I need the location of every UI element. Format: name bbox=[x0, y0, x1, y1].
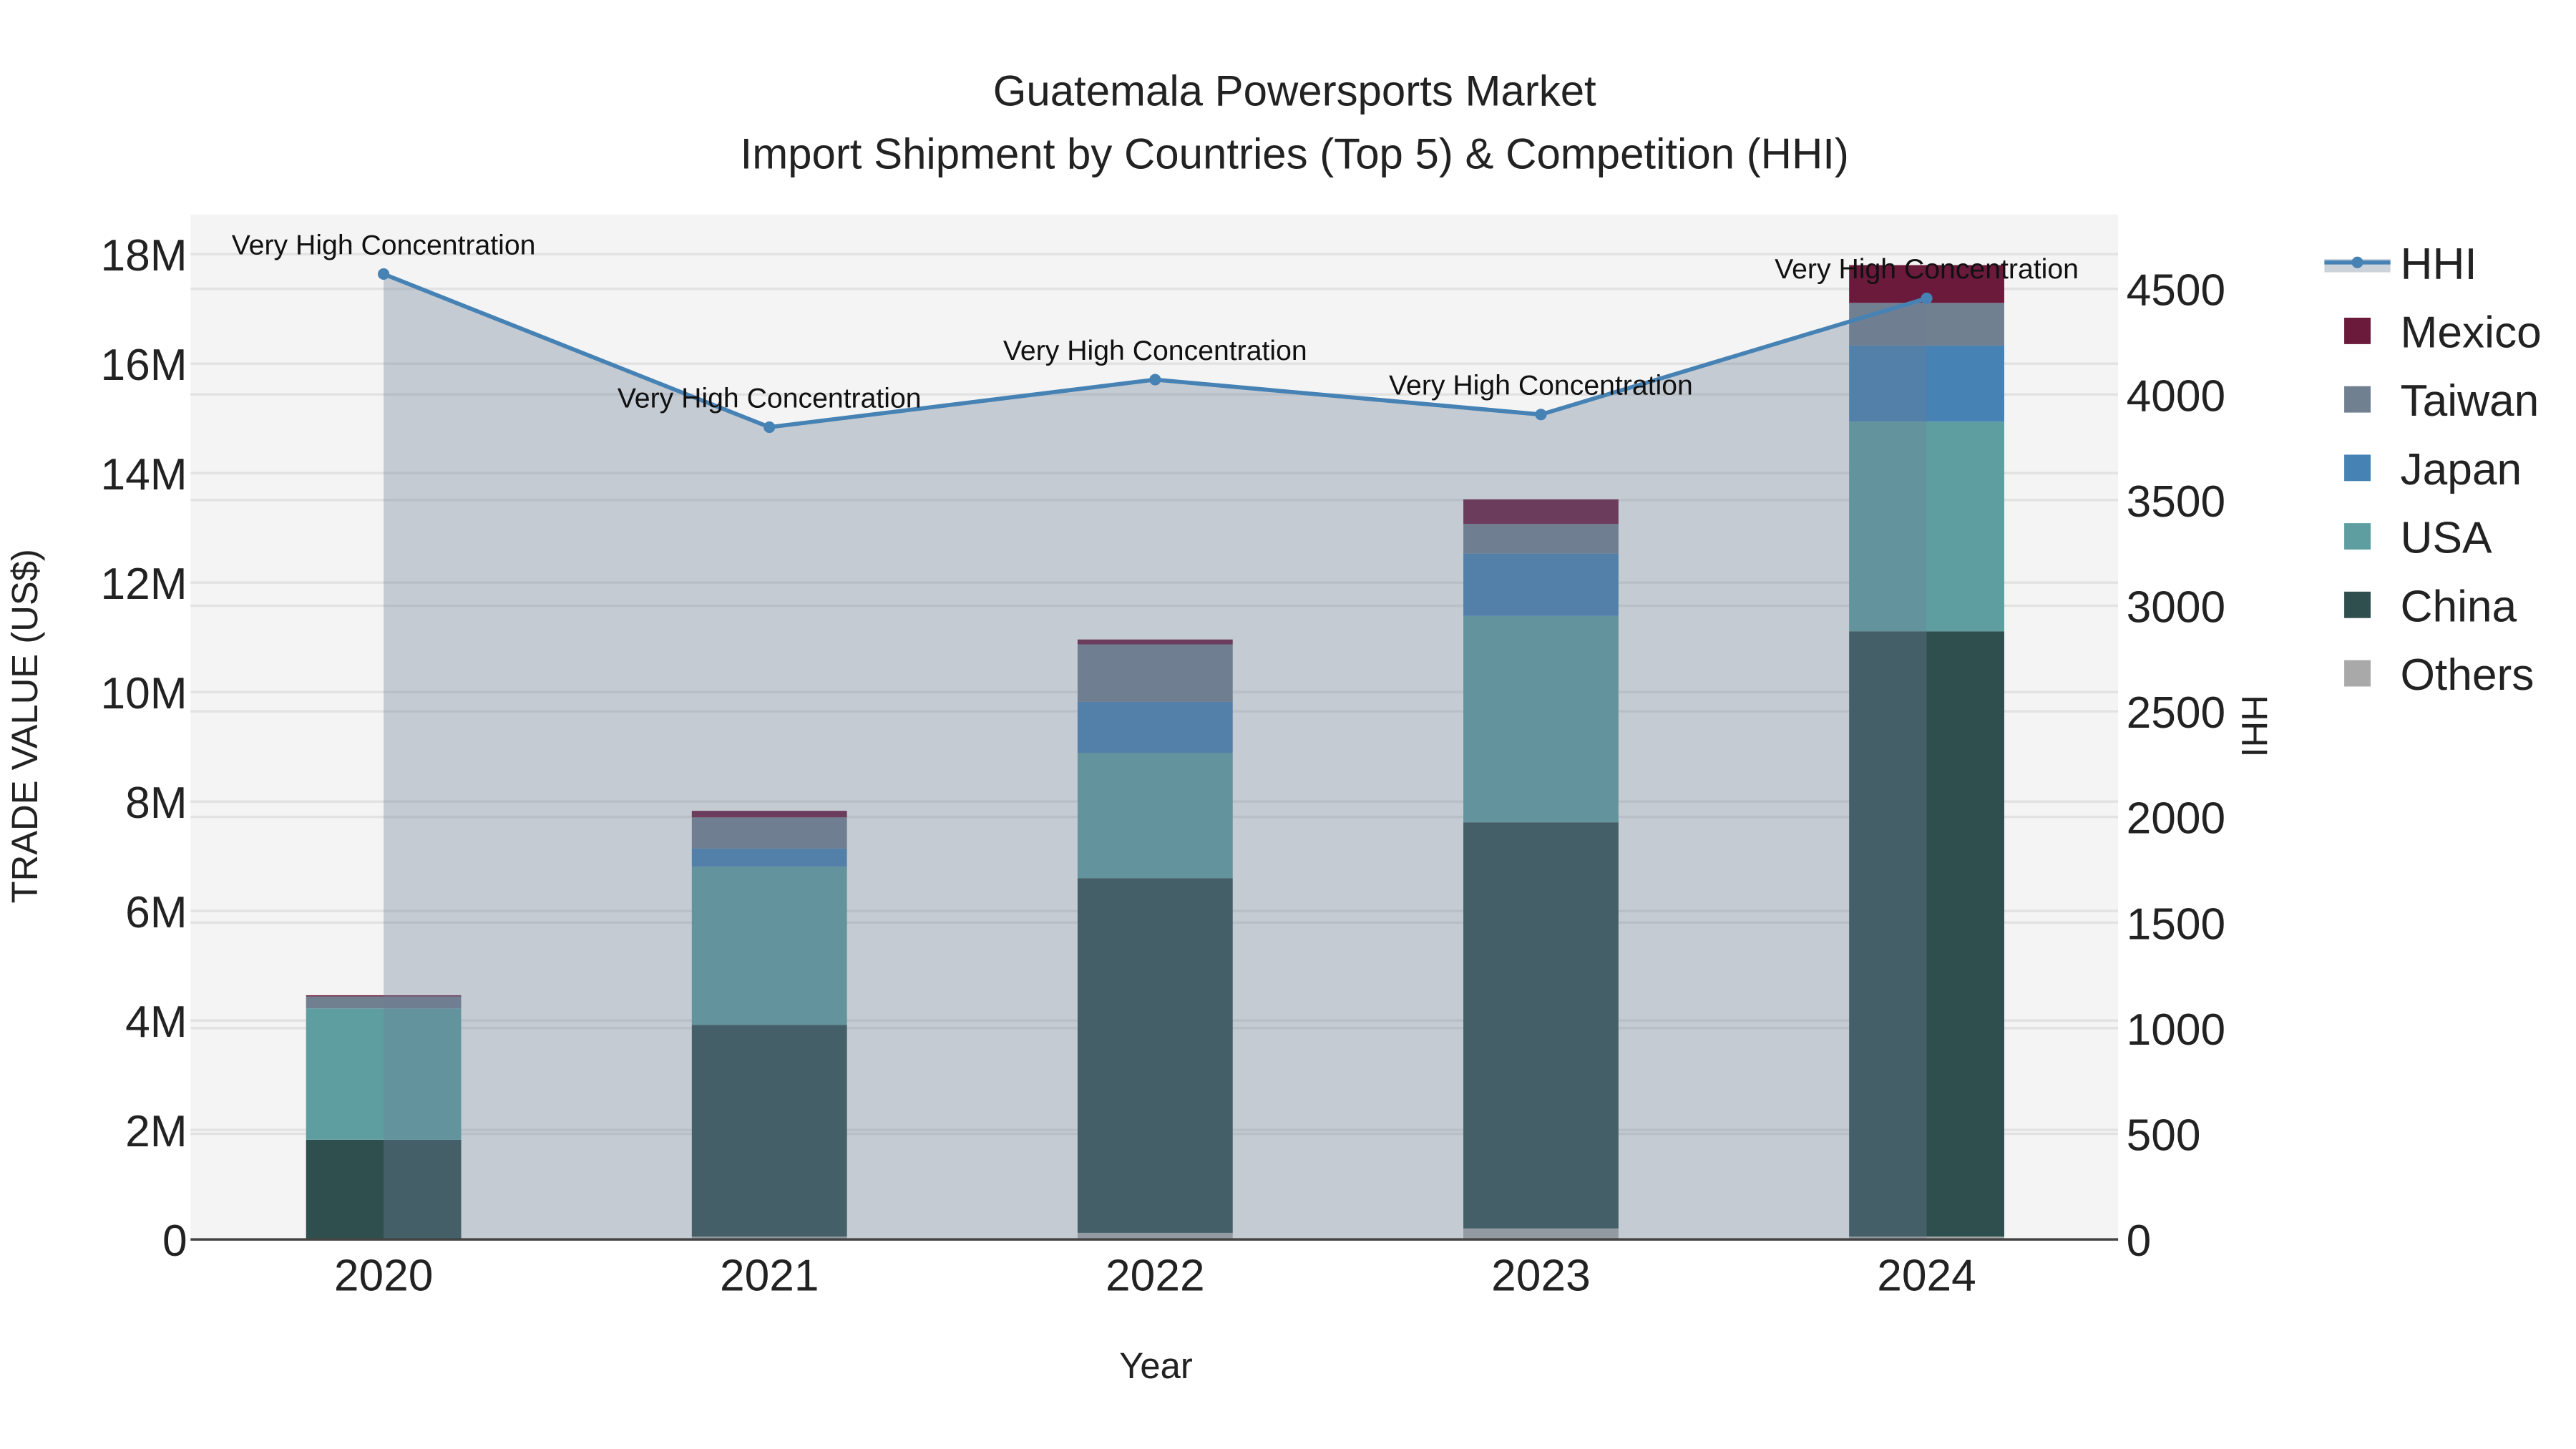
y-tick-label: 10M bbox=[101, 669, 187, 718]
legend-marker-icon bbox=[2351, 256, 2363, 268]
legend-swatch-icon bbox=[2344, 317, 2371, 344]
legend-swatch-icon bbox=[2344, 591, 2371, 618]
y-tick-label: 14M bbox=[101, 450, 187, 499]
legend-item-china: China bbox=[2344, 582, 2517, 631]
legend-label: Others bbox=[2400, 650, 2534, 700]
legend-swatch-icon bbox=[2344, 660, 2371, 687]
legend-item-usa: USA bbox=[2344, 514, 2492, 563]
y-tick-label: 0 bbox=[162, 1216, 187, 1266]
y2-tick-label: 2500 bbox=[2127, 688, 2226, 738]
legend-label: USA bbox=[2400, 514, 2492, 563]
y2-tick-label: 3000 bbox=[2127, 583, 2226, 633]
x-tick-2021: 2021 bbox=[720, 1252, 819, 1301]
y2-tick-label: 4500 bbox=[2127, 266, 2226, 316]
y2-tick-label: 1000 bbox=[2127, 1005, 2226, 1055]
y-tick-label: 6M bbox=[125, 888, 187, 937]
legend: HHI Mexico Taiwan Japan USA China Others bbox=[2324, 240, 2542, 700]
hhi-point-2024 bbox=[1921, 292, 1933, 304]
x-tick-2020: 2020 bbox=[334, 1252, 434, 1301]
y-tick-label: 16M bbox=[101, 341, 187, 390]
annotation-2021: Very High Concentration bbox=[618, 383, 922, 414]
annotation-2024: Very High Concentration bbox=[1775, 254, 2079, 285]
x-tick-2023: 2023 bbox=[1491, 1252, 1591, 1301]
legend-item-mexico: Mexico bbox=[2344, 308, 2542, 357]
legend-swatch-icon bbox=[2344, 454, 2371, 482]
y-tick-label: 4M bbox=[125, 997, 187, 1047]
hhi-area bbox=[384, 273, 1927, 1240]
y-tick-label: 18M bbox=[101, 231, 187, 280]
y2-tick-label: 0 bbox=[2127, 1216, 2152, 1266]
y2-tick-label: 4000 bbox=[2127, 371, 2226, 421]
legend-label: Mexico bbox=[2400, 308, 2541, 357]
hhi-point-2023 bbox=[1535, 409, 1547, 421]
y-tick-label: 12M bbox=[101, 560, 187, 609]
annotation-2023: Very High Concentration bbox=[1389, 371, 1693, 401]
legend-swatch-icon bbox=[2344, 523, 2371, 550]
legend-label: HHI bbox=[2400, 240, 2477, 289]
y2-tick-label: 2000 bbox=[2127, 794, 2226, 844]
y2-tick-label: 3500 bbox=[2127, 477, 2226, 527]
annotation-2022: Very High Concentration bbox=[1003, 336, 1307, 366]
legend-item-others: Others bbox=[2344, 650, 2534, 700]
x-tick-2024: 2024 bbox=[1877, 1252, 1976, 1301]
y2-axis-label: HHI bbox=[2234, 695, 2275, 757]
hhi-point-2021 bbox=[763, 421, 776, 434]
annotation-2020: Very High Concentration bbox=[232, 230, 536, 260]
y-axis-label: TRADE VALUE (US$) bbox=[4, 549, 45, 903]
chart: Guatemala Powersports Market Import Ship… bbox=[4, 67, 2542, 1386]
chart-title-line2: Import Shipment by Countries (Top 5) & C… bbox=[741, 130, 1849, 177]
x-tick-2022: 2022 bbox=[1106, 1252, 1205, 1301]
y-tick-label: 8M bbox=[125, 779, 187, 828]
legend-item-japan: Japan bbox=[2344, 445, 2522, 494]
legend-label: China bbox=[2400, 582, 2517, 631]
x-axis-label: Year bbox=[1119, 1345, 1193, 1386]
legend-label: Japan bbox=[2400, 445, 2522, 494]
hhi-point-2020 bbox=[378, 268, 390, 280]
y-tick-label: 2M bbox=[125, 1107, 187, 1156]
y2-tick-label: 500 bbox=[2127, 1111, 2201, 1161]
legend-item-taiwan: Taiwan bbox=[2344, 376, 2539, 426]
chart-title-line1: Guatemala Powersports Market bbox=[993, 67, 1596, 115]
legend-swatch-icon bbox=[2344, 386, 2371, 413]
y2-tick-label: 1500 bbox=[2127, 899, 2226, 949]
hhi-area-fill bbox=[384, 273, 1927, 1240]
legend-label: Taiwan bbox=[2400, 376, 2539, 426]
legend-item-hhi: HHI bbox=[2324, 240, 2477, 289]
hhi-point-2022 bbox=[1149, 374, 1161, 386]
